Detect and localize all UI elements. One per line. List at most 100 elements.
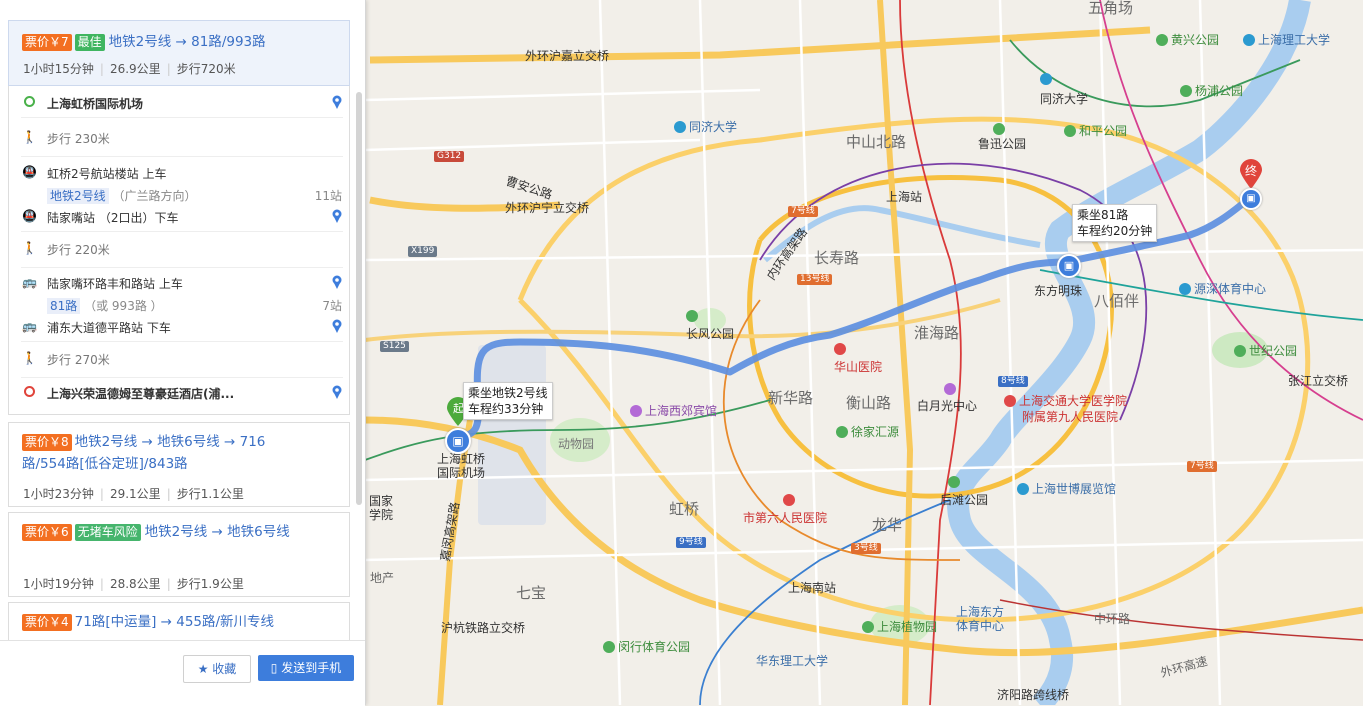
locate-pin-icon[interactable] <box>331 209 343 223</box>
label-heping: 和平公园 <box>1064 124 1127 138</box>
destination-dot-icon <box>22 386 36 400</box>
label-ecust: 华东理工大学 <box>756 654 829 668</box>
label-zhangjiang: 张江立交桥 <box>1288 374 1349 388</box>
bus-transfer-icon[interactable]: ▣ <box>1057 254 1081 278</box>
label-diqu: 地产 <box>370 571 395 585</box>
label-jiyang: 济阳路跨线桥 <box>997 688 1070 702</box>
park-icon <box>1156 34 1168 46</box>
origin-name: 上海虹桥国际机场 <box>47 97 144 111</box>
subway-icon: 🚇 <box>22 165 37 179</box>
landmark-icon <box>836 426 848 438</box>
label-xujiahui: 徐家汇源 <box>836 425 899 439</box>
route-duration: 1小时15分钟 <box>23 62 94 76</box>
hospital-icon <box>1004 395 1016 407</box>
label-tongji2: 同济大学 <box>674 120 737 134</box>
park-icon <box>948 476 960 488</box>
label-yuanshen: 源深体育中心 <box>1179 282 1266 296</box>
best-badge: 最佳 <box>74 34 105 51</box>
line-badge: 地铁2号线 <box>47 188 109 204</box>
school-icon <box>674 121 686 133</box>
route-panel: 票价￥7 最佳 地铁2号线 → 81路/993路 1小时15分钟 | 26.9公里 | 步行… <box>0 0 366 706</box>
label-tongji1-text: 同济大学 <box>1040 92 1089 106</box>
route-option-4[interactable]: 票价￥4 71路[中运量] → 455路/新川专线 <box>8 602 350 644</box>
label-shanghaizhan: 上海站 <box>886 190 923 204</box>
label-dongwuyuan: 动物园 <box>558 437 595 451</box>
label-hongqiao-airport: 上海虹桥 国际机场 <box>437 452 486 480</box>
stop-count: 11站 <box>314 189 342 203</box>
label-tongji1 <box>1040 72 1055 86</box>
locate-pin-icon[interactable] <box>331 319 343 333</box>
metro-line-blue <box>699 499 951 705</box>
label-bapaiban: 八佰伴 <box>1094 292 1140 310</box>
end-marker-label: 终 <box>1245 164 1258 178</box>
label-hongqiao: 虹桥 <box>669 500 700 518</box>
label-huashan: 华山医院 <box>834 360 883 374</box>
locate-pin-icon[interactable] <box>331 385 343 399</box>
favorite-button[interactable]: ★ 收藏 <box>183 655 251 683</box>
label-waihuan-huning: 外环沪宁立交桥 <box>505 201 590 215</box>
building-icon <box>944 383 956 395</box>
phone-icon: ▯ <box>270 661 278 675</box>
label-oriental-sports: 上海东方 体育中心 <box>956 605 1005 633</box>
label-baiyuguang: 白月光中心 <box>917 399 978 413</box>
school-icon <box>1040 73 1052 85</box>
locate-pin-icon[interactable] <box>331 275 343 289</box>
label-shanghai-south: 上海南站 <box>788 581 837 595</box>
origin-dot-icon <box>22 96 36 110</box>
route-distance: 26.9公里 <box>109 62 161 76</box>
line-tag-7: 7号线 <box>788 206 818 217</box>
line-tag-3: 3号线 <box>851 543 881 554</box>
label-changfeng: 长风公园 <box>686 327 735 341</box>
fare-badge: 票价￥8 <box>22 434 72 451</box>
destination-name: 上海兴荣温德姆至尊豪廷酒店(浦... <box>47 387 235 401</box>
subway-icon: 🚇 <box>22 209 37 223</box>
no-traffic-badge: 无堵车风险 <box>74 524 141 541</box>
route-title: 地铁2号线 → 地铁6号线 <box>144 524 290 540</box>
label-huhang: 沪杭铁路立交桥 <box>441 621 526 635</box>
locate-pin-icon[interactable] <box>331 95 343 109</box>
route-tooltip-bus: 乘坐81路 车程约20分钟 <box>1072 204 1158 242</box>
bus-icon: 🚌 <box>22 275 37 289</box>
send-to-phone-button[interactable]: ▯ 发送到手机 <box>258 655 354 681</box>
label-jiuyuan: 附属第九人民医院 <box>1022 410 1119 424</box>
label-houtan-icon <box>948 475 963 489</box>
label-houtan: 后滩公园 <box>940 493 989 507</box>
label-longhua: 龙华 <box>872 516 903 534</box>
label-hengshan: 衡山路 <box>846 394 892 412</box>
label-baiyuguang-icon <box>944 382 959 396</box>
label-zhonghuan: 中环路 <box>1094 612 1131 626</box>
fare-badge: 票价￥4 <box>22 614 72 631</box>
label-botanical: 上海植物园 <box>862 620 937 634</box>
sports-icon <box>1179 283 1191 295</box>
label-waihuan-jiading: 外环沪嘉立交桥 <box>525 49 610 63</box>
park-icon <box>686 310 698 322</box>
label-expo: 上海世博展览馆 <box>1017 482 1116 496</box>
route-meta: 1小时15分钟 | 26.9公里 | 步行720米 <box>23 62 236 76</box>
star-icon: ★ <box>197 662 209 676</box>
school-icon <box>1243 34 1255 46</box>
label-luxun-icon <box>993 122 1008 136</box>
north-south-elevated <box>877 0 914 705</box>
walk-icon: 🚶 <box>22 351 37 365</box>
walk-icon: 🚶 <box>22 241 37 255</box>
label-luxun: 鲁迅公园 <box>978 137 1027 151</box>
subway-station-icon[interactable]: ▣ <box>445 428 471 454</box>
panel-scrollbar[interactable] <box>356 92 362 505</box>
route-meta: 1小时23分钟 | 29.1公里 | 步行1.1公里 <box>23 487 244 501</box>
park-icon <box>1234 345 1246 357</box>
label-huashan-icon <box>834 342 849 356</box>
label-yangpu: 杨浦公园 <box>1180 84 1243 98</box>
label-century: 世纪公园 <box>1234 344 1297 358</box>
label-xinhua: 新华路 <box>768 389 814 407</box>
route-meta: 1小时19分钟 | 28.8公里 | 步行1.9公里 <box>23 577 244 591</box>
label-minhang: 闵行体育公园 <box>603 640 690 654</box>
route-option-2[interactable]: 票价￥8 地铁2号线 → 地铁6号线 → 716 路/554路[低谷定班]/843… <box>8 422 350 507</box>
label-changfeng-icon <box>686 309 701 323</box>
route-option-1[interactable]: 票价￥7 最佳 地铁2号线 → 81路/993路 1小时15分钟 | 26.9公里 | 步行… <box>8 20 350 86</box>
label-guojia: 国家 学院 <box>369 494 394 522</box>
label-huangxing: 黄兴公园 <box>1156 33 1219 47</box>
line-badge: 81路 <box>47 298 81 314</box>
bus-stop-icon[interactable]: ▣ <box>1240 188 1262 210</box>
route-option-3[interactable]: 票价￥6 无堵车风险 地铁2号线 → 地铁6号线 1小时19分钟 | 28.8公里 | 步行… <box>8 512 350 597</box>
walk-icon: 🚶 <box>22 130 37 144</box>
